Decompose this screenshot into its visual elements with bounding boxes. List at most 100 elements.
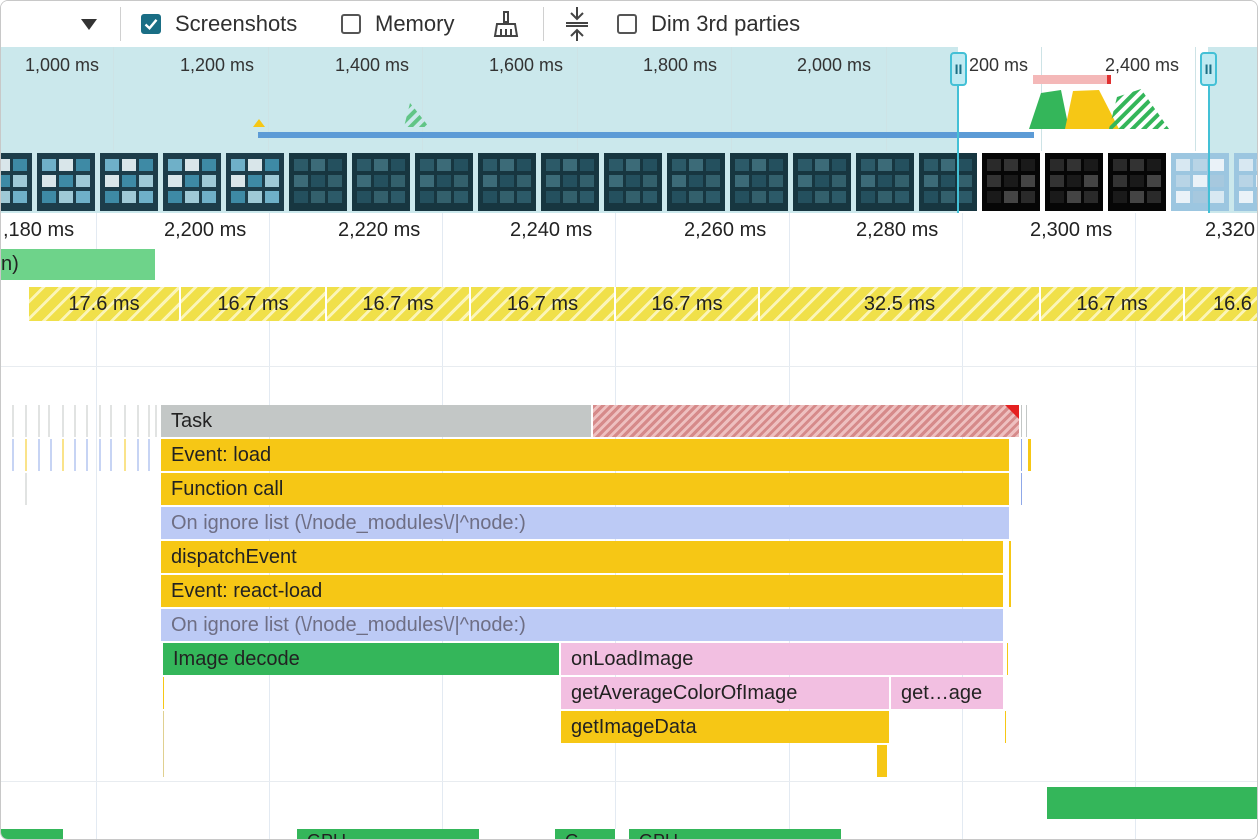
screenshot-thumbnail[interactable] xyxy=(100,153,158,211)
ruler-label: 2,280 ms xyxy=(856,219,939,241)
memory-label: Memory xyxy=(375,11,455,36)
menu-dropdown-button[interactable] xyxy=(81,1,97,47)
partial-event-label: n) xyxy=(1,253,19,275)
checkbox-unchecked-icon xyxy=(617,14,637,34)
screenshot-thumbnail[interactable] xyxy=(163,153,221,211)
task-sliver xyxy=(1021,405,1022,437)
screenshot-thumbnail[interactable] xyxy=(1171,153,1229,211)
task-sliver xyxy=(1009,541,1011,607)
frame-duration: 17.6 ms xyxy=(68,292,140,315)
frame-duration: 32.5 ms xyxy=(863,292,936,315)
get-age-bar[interactable]: get…age xyxy=(891,677,1005,709)
event-load-bar[interactable]: Event: load xyxy=(161,439,1011,471)
gpu-bar[interactable]: GPU xyxy=(297,829,481,839)
gpu-label: G xyxy=(565,831,579,839)
screenshot-thumbnail[interactable] xyxy=(1,153,32,211)
selection-handle-left[interactable]: II xyxy=(950,52,967,86)
partial-event-bar[interactable]: n) xyxy=(1,249,157,280)
gpu-label: GPU xyxy=(307,831,346,839)
frame-segment[interactable]: 17.6 ms xyxy=(29,287,181,321)
screenshot-thumbnail[interactable] xyxy=(856,153,914,211)
track-separator xyxy=(1,781,1257,782)
memory-checkbox[interactable]: Memory xyxy=(341,1,454,47)
get-age-label: get…age xyxy=(901,681,983,704)
task-sliver xyxy=(163,677,164,709)
toolbar-divider xyxy=(120,7,121,41)
frame-segment[interactable]: 32.5 ms xyxy=(760,287,1041,321)
gpu-bar[interactable]: G xyxy=(555,829,617,839)
gpu-event-bar[interactable] xyxy=(1047,787,1257,819)
task-sliver xyxy=(1007,643,1008,675)
collapse-vertical-icon xyxy=(566,7,588,41)
selection-edge-right xyxy=(1208,86,1210,213)
screenshot-thumbnail[interactable] xyxy=(289,153,347,211)
frame-segment[interactable]: 16.7 ms xyxy=(471,287,616,321)
screenshot-thumbnail[interactable] xyxy=(919,153,977,211)
screenshot-thumbnail[interactable] xyxy=(1108,153,1166,211)
frame-segment[interactable]: 16.7 ms xyxy=(327,287,471,321)
screenshot-thumbnail[interactable] xyxy=(415,153,473,211)
screenshot-thumbnail[interactable] xyxy=(667,153,725,211)
frame-segment[interactable]: 16.7 ms xyxy=(616,287,760,321)
get-image-data-bar[interactable]: getImageData xyxy=(561,711,891,743)
screenshot-thumbnail[interactable] xyxy=(793,153,851,211)
get-image-data-label: getImageData xyxy=(571,715,697,738)
task-bar[interactable]: Task xyxy=(161,405,593,437)
function-call-bar[interactable]: Function call xyxy=(161,473,1011,505)
long-task-warning-icon xyxy=(1005,405,1019,419)
screenshot-thumbnail[interactable] xyxy=(1234,153,1257,211)
screenshot-thumbnail[interactable] xyxy=(541,153,599,211)
screenshot-filmstrip[interactable] xyxy=(1,153,1257,211)
toolbar-divider xyxy=(543,7,544,41)
dropdown-triangle-icon xyxy=(81,18,97,30)
ruler-label: 2,220 ms xyxy=(338,219,421,241)
handle-grip-icon: II xyxy=(954,61,963,77)
frame-duration: 16.6 xyxy=(1213,292,1252,315)
image-decode-bar[interactable]: Image decode xyxy=(163,643,561,675)
broom-icon xyxy=(493,11,519,37)
task-sliver xyxy=(163,711,164,777)
dim-third-parties-checkbox[interactable]: Dim 3rd parties xyxy=(617,1,800,47)
performance-panel: Screenshots Memory Dim 3rd parties 1,000… xyxy=(0,0,1258,840)
screenshot-thumbnail[interactable] xyxy=(604,153,662,211)
checkbox-checked-icon xyxy=(141,14,161,34)
screenshot-thumbnail[interactable] xyxy=(226,153,284,211)
screenshot-thumbnail[interactable] xyxy=(37,153,95,211)
frame-segment[interactable]: 16.6 xyxy=(1185,287,1257,321)
timeline-overview[interactable]: 1,000 ms 1,200 ms 1,400 ms 1,600 ms 1,80… xyxy=(1,47,1257,213)
small-task-slivers xyxy=(12,405,157,505)
selection-edge-left xyxy=(957,86,959,213)
small-call-bar[interactable] xyxy=(877,745,889,777)
gpu-bar[interactable]: GPU xyxy=(629,829,843,839)
ignore-list-bar[interactable]: On ignore list (\/node_modules\/|^node:) xyxy=(161,609,1005,641)
screenshot-thumbnail[interactable] xyxy=(1045,153,1103,211)
event-react-load-bar[interactable]: Event: react-load xyxy=(161,575,1005,607)
collect-garbage-button[interactable] xyxy=(492,1,520,47)
screenshot-thumbnail[interactable] xyxy=(730,153,788,211)
collapse-tracks-button[interactable] xyxy=(564,1,590,47)
screenshots-checkbox[interactable]: Screenshots xyxy=(141,1,297,47)
on-load-image-bar[interactable]: onLoadImage xyxy=(561,643,1005,675)
screenshot-thumbnail[interactable] xyxy=(352,153,410,211)
toolbar: Screenshots Memory Dim 3rd parties xyxy=(1,1,1257,48)
track-separator xyxy=(1,366,1257,367)
selection-handle-right[interactable]: II xyxy=(1200,52,1217,86)
ignore-list-bar[interactable]: On ignore list (\/node_modules\/|^node:) xyxy=(161,507,1011,539)
time-ruler: ,180 ms 2,200 ms 2,220 ms 2,240 ms 2,260… xyxy=(1,213,1257,247)
long-task-overage[interactable] xyxy=(593,405,1019,437)
frame-segment[interactable]: 16.7 ms xyxy=(1041,287,1185,321)
get-average-color-bar[interactable]: getAverageColorOfImage xyxy=(561,677,891,709)
gpu-bar[interactable] xyxy=(1,829,65,839)
gpu-label: GPU xyxy=(639,831,678,839)
dispatch-event-bar[interactable]: dispatchEvent xyxy=(161,541,1005,573)
frame-duration: 16.7 ms xyxy=(506,292,579,315)
screenshot-thumbnail[interactable] xyxy=(982,153,1040,211)
get-average-color-label: getAverageColorOfImage xyxy=(571,681,798,704)
ruler-label: 2,260 ms xyxy=(684,219,767,241)
frame-segment[interactable]: 16.7 ms xyxy=(181,287,327,321)
task-sliver xyxy=(1005,711,1006,743)
task-sliver xyxy=(1021,439,1022,471)
screenshot-thumbnail[interactable] xyxy=(478,153,536,211)
dispatch-event-label: dispatchEvent xyxy=(171,545,297,568)
event-react-load-label: Event: react-load xyxy=(171,579,323,602)
